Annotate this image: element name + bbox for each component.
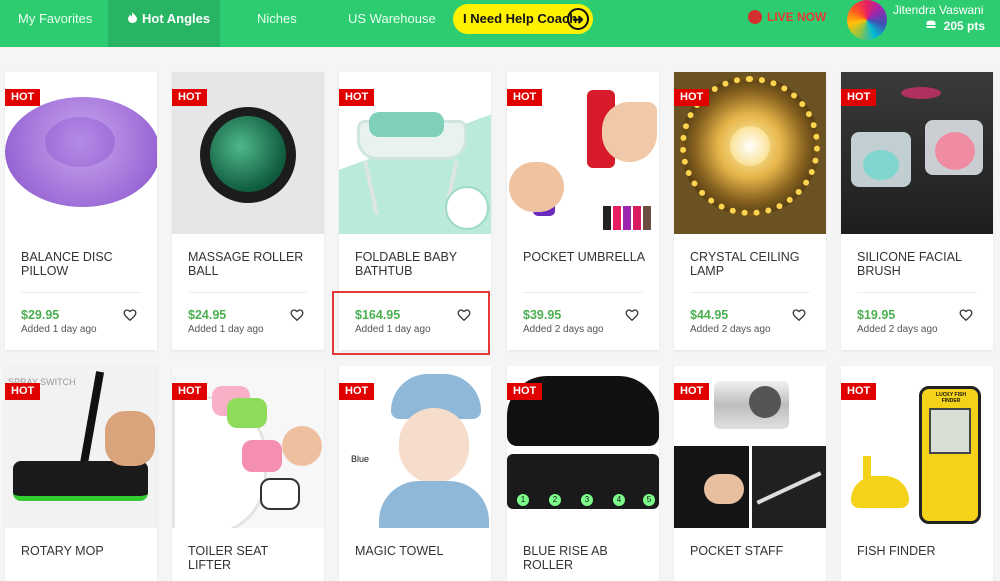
user-name: Jitendra Vaswani xyxy=(893,3,984,17)
heart-icon[interactable] xyxy=(959,308,973,322)
heart-icon[interactable] xyxy=(123,308,137,322)
divider xyxy=(188,292,308,293)
product-title[interactable]: CRYSTAL CEILING LAMP xyxy=(690,250,815,278)
product-title[interactable]: MASSAGE ROLLER BALL xyxy=(188,250,313,278)
product-card[interactable]: 1 2 3 4 5 HOT BLUE RISE AB ROLLER xyxy=(507,366,659,581)
hot-badge: HOT xyxy=(507,89,543,106)
product-card[interactable]: LUCKY FISH FINDER HOT FISH FINDER xyxy=(841,366,993,581)
hot-badge: HOT xyxy=(339,89,375,106)
fire-icon xyxy=(128,0,137,37)
added-date: Added 2 days ago xyxy=(690,324,771,335)
selection-highlight xyxy=(332,291,490,355)
live-now-link[interactable]: LIVE NOW xyxy=(748,8,826,26)
points-value: 205 pts xyxy=(943,19,985,33)
product-price: $44.95 xyxy=(690,308,729,322)
product-title[interactable]: BALANCE DISC PILLOW xyxy=(21,250,146,278)
divider xyxy=(523,292,643,293)
tab-my-favorites[interactable]: My Favorites xyxy=(18,0,92,47)
added-date: Added 2 days ago xyxy=(523,324,604,335)
product-title[interactable]: FOLDABLE BABY BATHTUB xyxy=(355,250,480,278)
hot-badge: HOT xyxy=(172,89,208,106)
hot-badge: HOT xyxy=(339,383,375,400)
image-caption: LUCKY FISH FINDER xyxy=(936,392,966,404)
hot-badge: HOT xyxy=(172,383,208,400)
help-coach-label: I Need Help Coach xyxy=(463,11,578,26)
hot-badge: HOT xyxy=(841,89,877,106)
heart-icon[interactable] xyxy=(625,308,639,322)
live-label: LIVE NOW xyxy=(767,10,827,24)
product-card[interactable]: HOT CRYSTAL CEILING LAMP $44.95 Added 2 … xyxy=(674,72,826,350)
divider xyxy=(857,292,977,293)
divider xyxy=(21,292,141,293)
coins-icon xyxy=(926,19,939,33)
arrow-right-icon: ➜ xyxy=(567,8,589,30)
tab-label: US Warehouse xyxy=(348,11,436,26)
product-card[interactable]: Blue HOT MAGIC TOWEL xyxy=(339,366,491,581)
product-title[interactable]: MAGIC TOWEL xyxy=(355,544,480,558)
product-title[interactable]: SILICONE FACIAL BRUSH xyxy=(857,250,982,278)
image-number: 4 xyxy=(613,494,625,506)
image-number: 5 xyxy=(643,494,655,506)
product-card[interactable]: HOT TOILER SEAT LIFTER xyxy=(172,366,324,581)
added-date: Added 1 day ago xyxy=(188,324,264,335)
image-number: 1 xyxy=(517,494,529,506)
hot-badge: HOT xyxy=(674,383,710,400)
added-date: Added 1 day ago xyxy=(21,324,97,335)
tab-label: Hot Angles xyxy=(142,11,211,26)
hot-badge: HOT xyxy=(5,383,41,400)
product-price: $39.95 xyxy=(523,308,562,322)
top-nav: My Favorites Hot Angles Niches US Wareho… xyxy=(0,0,1000,47)
product-title[interactable]: TOILER SEAT LIFTER xyxy=(188,544,313,572)
product-card[interactable]: HOT SILICONE FACIAL BRUSH $19.95 Added 2… xyxy=(841,72,993,350)
product-title[interactable]: POCKET UMBRELLA xyxy=(523,250,648,264)
tab-label: Niches xyxy=(257,11,297,26)
product-card[interactable]: HOT BALANCE DISC PILLOW $29.95 Added 1 d… xyxy=(5,72,157,350)
help-coach-button[interactable]: I Need Help Coach ➜ xyxy=(453,4,593,34)
live-dot-icon xyxy=(748,10,762,24)
tab-hot-angles[interactable]: Hot Angles xyxy=(108,0,220,47)
product-price: $19.95 xyxy=(857,308,896,322)
product-card[interactable]: SPRAY SWITCH HOT ROTARY MOP xyxy=(5,366,157,581)
product-price: $29.95 xyxy=(21,308,60,322)
product-price: $24.95 xyxy=(188,308,227,322)
product-title[interactable]: ROTARY MOP xyxy=(21,544,146,558)
product-card[interactable]: HOT POCKET STAFF xyxy=(674,366,826,581)
hot-badge: HOT xyxy=(841,383,877,400)
image-number: 3 xyxy=(581,494,593,506)
image-caption: Blue xyxy=(351,454,370,464)
product-card[interactable]: HOT MASSAGE ROLLER BALL $24.95 Added 1 d… xyxy=(172,72,324,350)
tab-niches[interactable]: Niches xyxy=(257,0,297,47)
tab-label: My Favorites xyxy=(18,11,93,26)
hot-badge: HOT xyxy=(5,89,41,106)
heart-icon[interactable] xyxy=(290,308,304,322)
image-number: 2 xyxy=(549,494,561,506)
product-title[interactable]: BLUE RISE AB ROLLER xyxy=(523,544,648,572)
avatar[interactable] xyxy=(847,0,887,40)
hot-badge: HOT xyxy=(507,383,543,400)
product-title[interactable]: POCKET STAFF xyxy=(690,544,815,558)
divider xyxy=(690,292,810,293)
product-card[interactable]: HOT POCKET UMBRELLA $39.95 Added 2 days … xyxy=(507,72,659,350)
tab-us-warehouse[interactable]: US Warehouse xyxy=(348,0,436,47)
user-points: 205 pts xyxy=(926,19,985,33)
hot-badge: HOT xyxy=(674,89,710,106)
heart-icon[interactable] xyxy=(792,308,806,322)
added-date: Added 2 days ago xyxy=(857,324,938,335)
product-title[interactable]: FISH FINDER xyxy=(857,544,982,558)
